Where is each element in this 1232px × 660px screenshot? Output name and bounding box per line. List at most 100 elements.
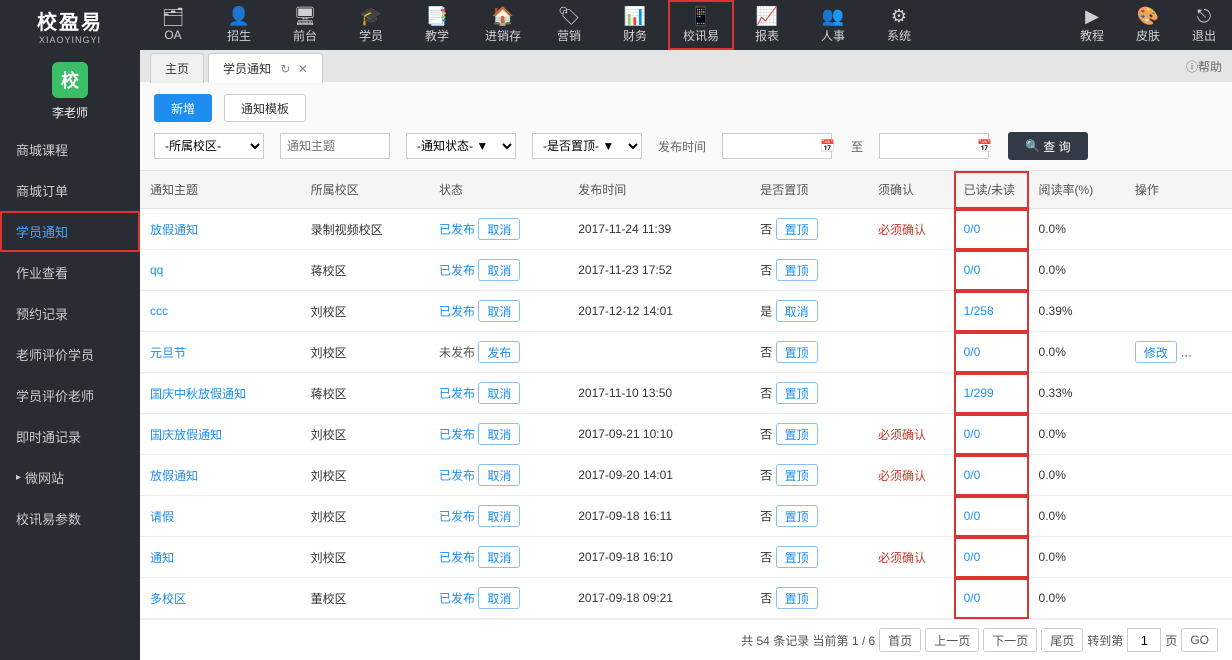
- go-button[interactable]: GO: [1181, 628, 1218, 652]
- date-from[interactable]: [722, 133, 832, 159]
- prev-page-button[interactable]: 上一页: [925, 628, 979, 652]
- date-to[interactable]: [879, 133, 989, 159]
- rate-cell: 0.0%: [1029, 209, 1125, 250]
- sidebar-item-9[interactable]: 校讯易参数: [0, 498, 140, 539]
- nav-right-0[interactable]: ▶教程: [1064, 0, 1120, 50]
- pin-action-button[interactable]: 置顶: [776, 546, 818, 568]
- subject-input[interactable]: [280, 133, 390, 159]
- read-link[interactable]: 0/0: [964, 345, 981, 359]
- rate-cell: 0.39%: [1029, 291, 1125, 332]
- status-action-button[interactable]: 取消: [478, 423, 520, 445]
- status-action-button[interactable]: 取消: [478, 259, 520, 281]
- sidebar-item-2[interactable]: 学员通知: [0, 211, 140, 252]
- template-button[interactable]: 通知模板: [224, 94, 306, 122]
- status-action-button[interactable]: 取消: [478, 218, 520, 240]
- nav-item-3[interactable]: 🎓学员: [338, 0, 404, 50]
- read-link[interactable]: 0/0: [964, 427, 981, 441]
- nav-item-2[interactable]: 🖥前台: [272, 0, 338, 50]
- status-action-button[interactable]: 取消: [478, 505, 520, 527]
- status-action-button[interactable]: 取消: [478, 546, 520, 568]
- subject-link[interactable]: 国庆中秋放假通知: [150, 387, 246, 401]
- subject-link[interactable]: 通知: [150, 551, 174, 565]
- last-page-button[interactable]: 尾页: [1041, 628, 1083, 652]
- read-link[interactable]: 1/258: [964, 304, 994, 318]
- sidebar-item-0[interactable]: 商城课程: [0, 129, 140, 170]
- read-link[interactable]: 0/0: [964, 591, 981, 605]
- search-button[interactable]: 🔍 查 询: [1008, 132, 1088, 160]
- nav-item-1[interactable]: 👤招生: [206, 0, 272, 50]
- rate-cell: 0.0%: [1029, 332, 1125, 373]
- read-link[interactable]: 0/0: [964, 263, 981, 277]
- delete-button[interactable]: 删除: [1180, 341, 1222, 363]
- nav-item-10[interactable]: 👥人事: [800, 0, 866, 50]
- sidebar-item-1[interactable]: 商城订单: [0, 170, 140, 211]
- status-action-button[interactable]: 取消: [478, 587, 520, 609]
- refresh-icon[interactable]: ↻: [280, 62, 290, 76]
- pin-action-button[interactable]: 置顶: [776, 218, 818, 240]
- nav-item-0[interactable]: 🗂OA: [140, 0, 206, 50]
- pin-action-button[interactable]: 置顶: [776, 382, 818, 404]
- help-link[interactable]: ⓘ帮助: [1186, 58, 1222, 75]
- sidebar-item-6[interactable]: 学员评价老师: [0, 375, 140, 416]
- time-cell: 2017-11-24 11:39: [568, 209, 750, 250]
- read-link[interactable]: 0/0: [964, 222, 981, 236]
- nav-item-6[interactable]: 🏷营销: [536, 0, 602, 50]
- next-page-button[interactable]: 下一页: [983, 628, 1037, 652]
- subject-link[interactable]: 放假通知: [150, 469, 198, 483]
- status-action-button[interactable]: 取消: [478, 300, 520, 322]
- sidebar-item-7[interactable]: 即时通记录: [0, 416, 140, 457]
- pin-action-button[interactable]: 置顶: [776, 587, 818, 609]
- nav-icon: 📈: [756, 7, 778, 25]
- subject-link[interactable]: 请假: [150, 510, 174, 524]
- subject-link[interactable]: ccc: [150, 304, 168, 318]
- read-link[interactable]: 0/0: [964, 509, 981, 523]
- nav-right-1[interactable]: 🎨皮肤: [1120, 0, 1176, 50]
- pin-action-button[interactable]: 置顶: [776, 341, 818, 363]
- nav-item-4[interactable]: 📑教学: [404, 0, 470, 50]
- edit-button[interactable]: 修改: [1135, 341, 1177, 363]
- first-page-button[interactable]: 首页: [879, 628, 921, 652]
- pin-action-button[interactable]: 置顶: [776, 505, 818, 527]
- subject-link[interactable]: 国庆放假通知: [150, 428, 222, 442]
- subject-link[interactable]: 放假通知: [150, 223, 198, 237]
- pin-select[interactable]: -是否置顶- ▼: [532, 133, 642, 159]
- nav-item-8[interactable]: 📱校讯易: [668, 0, 734, 50]
- nav-item-5[interactable]: 🏠进销存: [470, 0, 536, 50]
- read-link[interactable]: 0/0: [964, 468, 981, 482]
- subject-link[interactable]: 多校区: [150, 592, 186, 606]
- read-link[interactable]: 1/299: [964, 386, 994, 400]
- tab-notifications[interactable]: 学员通知 ↻ ✕: [208, 53, 323, 83]
- pin-action-button[interactable]: 取消: [776, 300, 818, 322]
- sidebar: 校 李老师 商城课程商城订单学员通知作业查看预约记录老师评价学员学员评价老师即时…: [0, 50, 140, 660]
- add-button[interactable]: 新增: [154, 94, 212, 122]
- nav-item-11[interactable]: ⚙系统: [866, 0, 932, 50]
- campus-cell: 蒋校区: [301, 373, 429, 414]
- sidebar-item-5[interactable]: 老师评价学员: [0, 334, 140, 375]
- nav-item-7[interactable]: 📊财务: [602, 0, 668, 50]
- subject-link[interactable]: qq: [150, 263, 163, 277]
- sidebar-item-3[interactable]: 作业查看: [0, 252, 140, 293]
- sidebar-item-8[interactable]: ▸微网站: [0, 457, 140, 498]
- status-action-button[interactable]: 发布: [478, 341, 520, 363]
- campus-select[interactable]: -所属校区-: [154, 133, 264, 159]
- brand: 校盈易 XIAOYINGYI: [0, 0, 140, 50]
- close-icon[interactable]: ✕: [298, 62, 308, 76]
- table-row: qq蒋校区已发布 取消2017-11-23 17:52否 置顶0/00.0%: [140, 250, 1232, 291]
- status-action-button[interactable]: 取消: [478, 464, 520, 486]
- goto-input[interactable]: [1127, 628, 1161, 652]
- nav-icon: ▶: [1085, 7, 1099, 25]
- status-action-button[interactable]: 取消: [478, 382, 520, 404]
- nav-item-9[interactable]: 📈报表: [734, 0, 800, 50]
- tab-home[interactable]: 主页: [150, 53, 204, 83]
- pin-action-button[interactable]: 置顶: [776, 423, 818, 445]
- status-select[interactable]: -通知状态- ▼: [406, 133, 516, 159]
- pin-action-button[interactable]: 置顶: [776, 464, 818, 486]
- subject-link[interactable]: 元旦节: [150, 346, 186, 360]
- col-status: 状态: [429, 171, 568, 209]
- read-link[interactable]: 0/0: [964, 550, 981, 564]
- rate-cell: 0.0%: [1029, 250, 1125, 291]
- sidebar-item-4[interactable]: 预约记录: [0, 293, 140, 334]
- pin-action-button[interactable]: 置顶: [776, 259, 818, 281]
- table-row: 放假通知录制视频校区已发布 取消2017-11-24 11:39否 置顶必须确认…: [140, 209, 1232, 250]
- nav-right-2[interactable]: ⎋退出: [1176, 0, 1232, 50]
